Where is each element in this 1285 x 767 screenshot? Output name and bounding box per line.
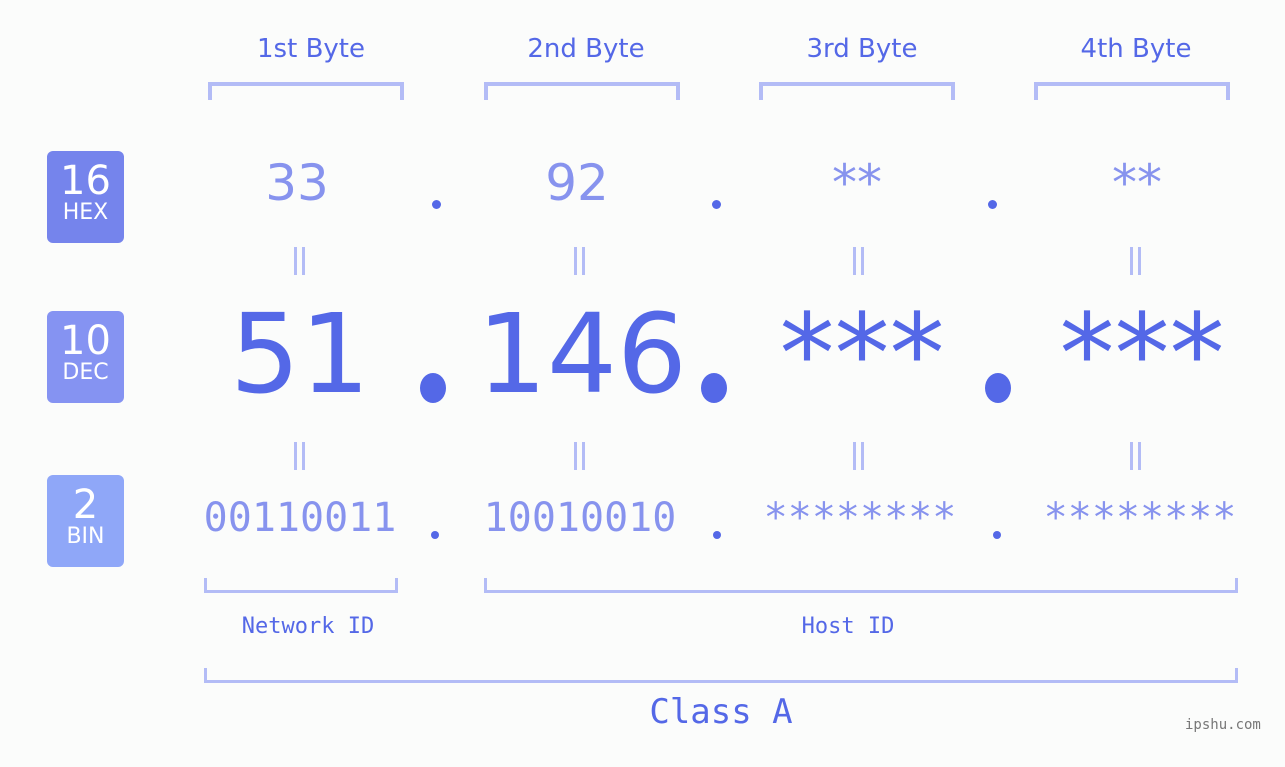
- equals-sign: [1128, 442, 1143, 470]
- dec-badge-base: 10: [60, 318, 111, 364]
- bin-badge-base: 2: [72, 482, 99, 528]
- hex-badge: 16 HEX: [47, 151, 124, 243]
- hex-byte-4: **: [1112, 154, 1162, 212]
- bin-separator-dot: [993, 531, 1001, 539]
- equals-sign: [572, 247, 587, 275]
- dec-byte-1: 51: [230, 290, 370, 418]
- bin-byte-2: 10010010: [483, 495, 677, 541]
- dec-badge-label: DEC: [62, 360, 109, 385]
- byte-3-bracket: [759, 82, 955, 100]
- equals-sign: [851, 247, 866, 275]
- bin-badge: 2 BIN: [47, 475, 124, 567]
- class-bracket: [204, 668, 1238, 683]
- header-byte-2: 2nd Byte: [527, 34, 645, 64]
- dec-separator-dot: [701, 373, 727, 403]
- dec-separator-dot: [420, 373, 446, 403]
- dec-badge: 10 DEC: [47, 311, 124, 403]
- bin-byte-1: 00110011: [203, 495, 397, 541]
- equals-sign: [572, 442, 587, 470]
- hex-byte-3: **: [832, 154, 882, 212]
- hex-byte-2: 92: [545, 154, 609, 212]
- network-id-label: Network ID: [241, 614, 375, 639]
- hex-separator-dot: [432, 200, 441, 209]
- equals-sign: [292, 247, 307, 275]
- equals-sign: [1128, 247, 1143, 275]
- hex-badge-label: HEX: [62, 200, 109, 225]
- bin-badge-label: BIN: [66, 524, 105, 549]
- network-id-bracket: [204, 578, 398, 593]
- bin-byte-3: ********: [763, 495, 957, 541]
- header-byte-3: 3rd Byte: [806, 34, 918, 64]
- dec-byte-2: 146: [477, 290, 687, 418]
- byte-4-bracket: [1034, 82, 1230, 100]
- bin-separator-dot: [713, 531, 721, 539]
- hex-badge-base: 16: [60, 158, 111, 204]
- host-id-bracket: [484, 578, 1238, 593]
- header-byte-1: 1st Byte: [257, 34, 365, 64]
- hex-separator-dot: [712, 200, 721, 209]
- watermark: ipshu.com: [1185, 717, 1261, 733]
- dec-byte-3: ***: [779, 290, 945, 418]
- equals-sign: [292, 442, 307, 470]
- equals-sign: [851, 442, 866, 470]
- header-byte-4: 4th Byte: [1080, 34, 1192, 64]
- hex-separator-dot: [988, 200, 997, 209]
- host-id-label: Host ID: [801, 614, 895, 639]
- hex-byte-1: 33: [265, 154, 329, 212]
- byte-1-bracket: [208, 82, 404, 100]
- byte-2-bracket: [484, 82, 680, 100]
- bin-byte-4: ********: [1043, 495, 1237, 541]
- bin-separator-dot: [431, 531, 439, 539]
- dec-byte-4: ***: [1059, 290, 1225, 418]
- class-label: Class A: [649, 692, 793, 732]
- dec-separator-dot: [985, 373, 1011, 403]
